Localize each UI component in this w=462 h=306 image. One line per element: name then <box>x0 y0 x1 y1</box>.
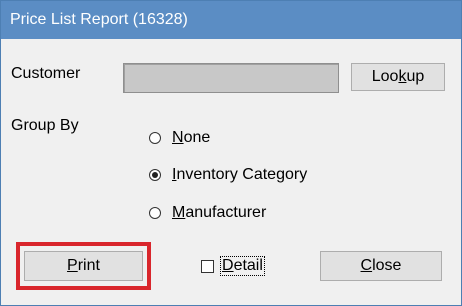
detail-label: Detail <box>220 256 265 276</box>
price-list-report-dialog: Price List Report (16328) Customer Loo k u… <box>0 0 462 306</box>
close-button[interactable]: Close <box>320 251 442 281</box>
radio-inventory-category-circle[interactable] <box>149 169 161 181</box>
radio-none-label: None <box>172 129 211 146</box>
radio-inventory-category[interactable]: Inventory Category <box>149 166 307 184</box>
radio-manufacturer-label: Manufacturer <box>172 204 267 221</box>
window-title: Price List Report (16328) <box>10 11 188 28</box>
radio-none[interactable]: None <box>149 129 210 147</box>
radio-manufacturer-circle[interactable] <box>149 207 161 219</box>
radio-inventory-category-label: Inventory Category <box>172 166 308 183</box>
title-bar[interactable]: Price List Report (16328) <box>1 1 461 39</box>
detail-checkbox-row[interactable]: Detail <box>201 256 265 276</box>
radio-manufacturer[interactable]: Manufacturer <box>149 204 266 222</box>
group-by-label: Group By <box>11 117 79 134</box>
customer-label: Customer <box>11 65 81 82</box>
customer-field <box>123 63 339 93</box>
print-button[interactable]: Print <box>24 251 143 281</box>
lookup-button[interactable]: Loo k up <box>351 63 445 91</box>
detail-checkbox[interactable] <box>201 259 214 273</box>
radio-none-circle[interactable] <box>149 132 161 144</box>
